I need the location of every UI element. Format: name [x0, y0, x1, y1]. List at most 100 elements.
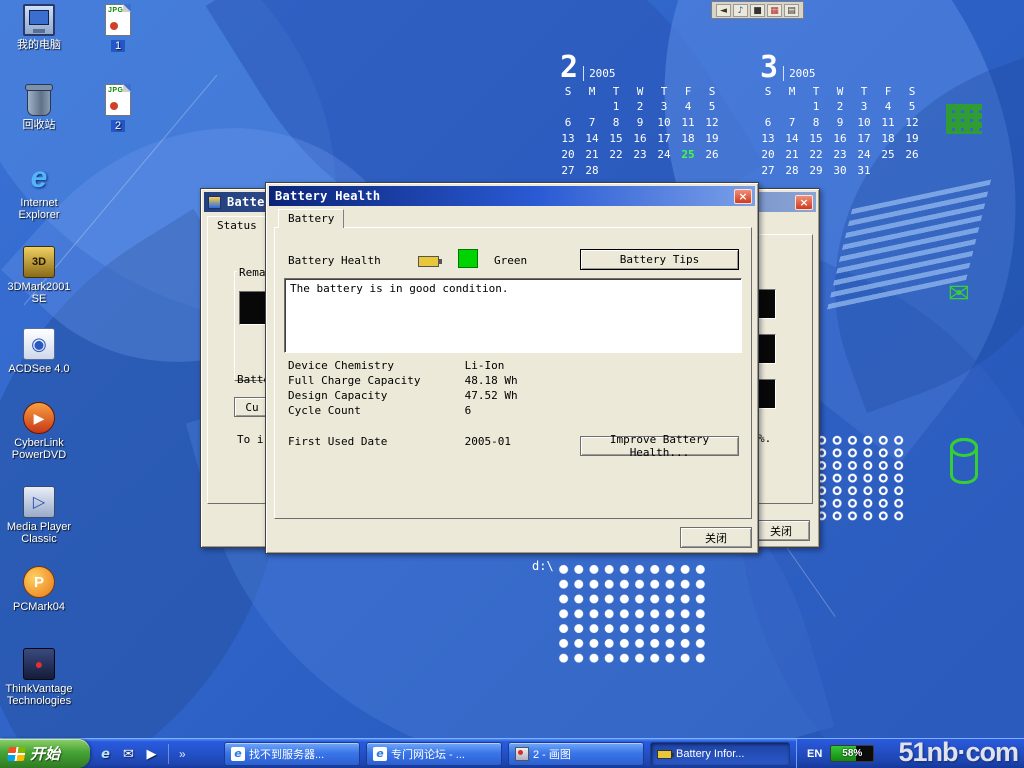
close-button[interactable]: × [795, 195, 813, 210]
day-cell: 20 [756, 148, 780, 161]
battery-tray-indicator[interactable]: 58% [830, 745, 874, 762]
day-cell: 27 [556, 164, 580, 177]
day-cell: 15 [604, 132, 628, 145]
floating-toolbar-icon[interactable]: ▦ [767, 4, 782, 17]
day-cell: 7 [580, 116, 604, 129]
day-cell: 1 [804, 100, 828, 113]
day-cell [780, 100, 804, 113]
desktop-icon-3dmark2001[interactable]: 3D 3DMark2001 SE [0, 246, 78, 305]
day-cell: 14 [580, 132, 604, 145]
day-cell: 2 [828, 100, 852, 113]
day-cell: 1 [604, 100, 628, 113]
task-label: 2 - 画图 [533, 746, 571, 762]
chevron-overflow-icon[interactable]: » [176, 747, 189, 761]
field-value: 6 [465, 404, 472, 417]
day-cell: 23 [628, 148, 652, 161]
desktop-icon-powerdvd[interactable]: ▶ CyberLink PowerDVD [0, 402, 78, 461]
taskbar-task-battery-information[interactable]: Battery Infor... [650, 742, 790, 766]
field-value: 48.18 Wh [465, 374, 518, 387]
field-row: Device Chemistry Li-Ion [288, 359, 518, 374]
day-cell [604, 164, 628, 177]
day-cell [756, 100, 780, 113]
language-indicator[interactable]: EN [807, 748, 822, 760]
condition-textbox[interactable]: The battery is in good condition. [284, 278, 742, 353]
battery-tips-button[interactable]: Battery Tips [580, 249, 739, 270]
desktop-icon-internet-explorer[interactable]: e Internet Explorer [0, 162, 78, 221]
file-label: 2 [111, 120, 125, 132]
quick-launch-icon[interactable]: e [96, 745, 115, 764]
day-header: W [628, 85, 652, 98]
floating-toolbar-icon[interactable]: ■ [750, 4, 765, 17]
floating-toolbar-icon[interactable]: ▤ [784, 4, 799, 17]
day-cell: 6 [756, 116, 780, 129]
taskbar-task-forum[interactable]: e 专门网论坛 - ... [366, 742, 502, 766]
taskbar-task-server-not-found[interactable]: e 找不到服务器... [224, 742, 360, 766]
day-cell: 19 [700, 132, 724, 145]
battery-percent: 58% [831, 746, 873, 761]
task-label: 专门网论坛 - ... [391, 746, 465, 762]
quick-launch-icon[interactable]: ▶ [142, 745, 161, 764]
desktop-icon-thinkvantage[interactable]: ● ThinkVantage Technologies [0, 648, 78, 707]
field-row: Design Capacity 47.52 Wh [288, 389, 518, 404]
close-window-button[interactable]: 关闭 [752, 520, 810, 541]
day-cell [628, 164, 652, 177]
tab-status[interactable]: Status [207, 216, 267, 235]
jpg-file-icon: JPG [105, 84, 131, 116]
day-cell: 26 [900, 148, 924, 161]
day-cell: 4 [876, 100, 900, 113]
start-button[interactable]: 开始 [0, 739, 90, 768]
3dmark-icon: 3D [23, 246, 55, 278]
day-cell: 25 [676, 148, 700, 161]
day-cell [652, 164, 676, 177]
desktop-icon-media-player-classic[interactable]: ▷ Media Player Classic [0, 486, 78, 545]
floating-toolbar[interactable]: ◄♪■▦▤ [711, 1, 804, 19]
desktop-icon-my-computer[interactable]: 我的电脑 [0, 4, 78, 51]
day-cell: 16 [628, 132, 652, 145]
day-cell: 3 [652, 100, 676, 113]
icon-glyph: ▶ [34, 410, 45, 427]
desktop-file-2[interactable]: JPG 2 [98, 84, 138, 134]
window-icon [208, 196, 221, 209]
day-cell: 16 [828, 132, 852, 145]
dialog-titlebar[interactable]: Battery Health × [269, 186, 755, 206]
icon-label: 我的电脑 [0, 39, 78, 51]
day-cell: 9 [628, 116, 652, 129]
icon-glyph: P [34, 574, 44, 591]
tab-battery[interactable]: Battery [278, 209, 344, 228]
close-dialog-button[interactable]: 关闭 [680, 527, 752, 548]
windows-flag-icon [7, 747, 26, 761]
field-label: Device Chemistry [288, 359, 458, 372]
day-cell: 10 [652, 116, 676, 129]
battery-health-dialog: Battery Health × Battery Battery Health … [265, 182, 759, 554]
pcmark-icon: P [23, 566, 55, 598]
desktop-icon-pcmark04[interactable]: P PCMark04 [0, 566, 78, 613]
day-header: T [604, 85, 628, 98]
desktop-icon-recycle-bin[interactable]: 回收站 [0, 84, 78, 131]
icon-label: 回收站 [0, 119, 78, 131]
desktop-file-1[interactable]: JPG 1 [98, 4, 138, 54]
desktop-icon-acdsee[interactable]: ◉ ACDSee 4.0 [0, 328, 78, 375]
improve-battery-health-button[interactable]: Improve Battery Health... [580, 436, 739, 456]
field-row: Cycle Count 6 [288, 404, 518, 419]
floating-toolbar-icon[interactable]: ◄ [716, 4, 731, 17]
day-cell: 29 [804, 164, 828, 177]
icon-glyph: e [31, 161, 48, 195]
quick-launch-icon[interactable]: ✉ [119, 745, 138, 764]
field-label: Full Charge Capacity [288, 374, 458, 387]
jpg-badge: JPG [108, 7, 124, 14]
day-cell: 5 [900, 100, 924, 113]
field-row: Full Charge Capacity 48.18 Wh [288, 374, 518, 389]
taskbar-task-paint[interactable]: 2 - 画图 [508, 742, 644, 766]
day-cell: 9 [828, 116, 852, 129]
day-cell: 15 [804, 132, 828, 145]
day-cell [676, 164, 700, 177]
day-cell: 11 [876, 116, 900, 129]
floating-toolbar-icon[interactable]: ♪ [733, 4, 748, 17]
recycle-bin-icon [27, 84, 51, 116]
battery-cell-gauge [758, 379, 776, 409]
close-button[interactable]: × [734, 189, 752, 204]
health-status-green-square [458, 249, 478, 268]
wallpaper-dots-pattern [814, 434, 907, 523]
day-cell [580, 100, 604, 113]
day-cell: 17 [852, 132, 876, 145]
